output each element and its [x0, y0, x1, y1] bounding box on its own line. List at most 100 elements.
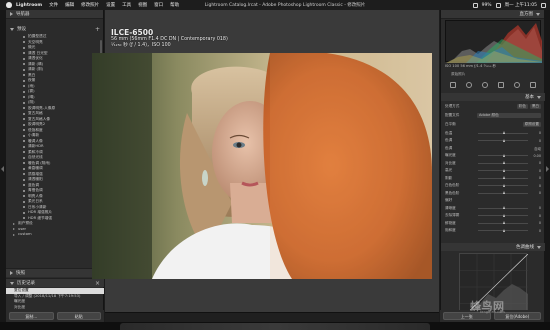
battery-icon[interactable]: [495, 2, 501, 8]
slider-value[interactable]: 0: [531, 221, 541, 225]
slider-track[interactable]: [478, 168, 528, 172]
slider-knob[interactable]: [503, 138, 505, 142]
tone-curve-header[interactable]: 色调曲线: [441, 243, 545, 251]
apple-icon[interactable]: [6, 2, 12, 8]
slider-track[interactable]: [478, 200, 528, 201]
slider-track[interactable]: [478, 138, 528, 142]
slider-value[interactable]: 0: [531, 139, 541, 143]
basic-label: 基本: [525, 95, 534, 100]
right-edge-toggle[interactable]: [544, 10, 550, 322]
wifi-icon[interactable]: [472, 2, 478, 8]
original-photo-label: 原始照片: [451, 72, 466, 76]
spot-removal-icon[interactable]: [466, 82, 472, 88]
slider-label: 对比度: [445, 160, 456, 165]
menu-settings[interactable]: 设置: [106, 2, 115, 8]
slider-label: 阴影: [445, 175, 453, 180]
menu-view[interactable]: 视图: [138, 2, 147, 8]
slider-value[interactable]: 0: [531, 191, 541, 195]
slider-knob[interactable]: [503, 191, 505, 194]
slider-knob[interactable]: [503, 183, 505, 187]
red-eye-icon[interactable]: [482, 82, 488, 88]
histogram-header[interactable]: 直方图: [441, 10, 544, 19]
slider-track[interactable]: [478, 206, 528, 209]
paste-button[interactable]: 粘贴: [56, 312, 101, 320]
copy-button[interactable]: 复制...: [9, 312, 54, 320]
add-preset-icon[interactable]: +: [95, 26, 100, 33]
slider-row: 阴影 0: [445, 175, 541, 181]
slider-row: 色调 自动: [445, 145, 541, 151]
photo-image: [92, 53, 432, 279]
basic-header[interactable]: 基本: [441, 93, 545, 101]
slider-row: 鲜艳度 0: [445, 220, 541, 226]
slider-row: 偏好: [445, 198, 541, 204]
collapse-left-icon: [1, 166, 4, 172]
slider-track[interactable]: [478, 153, 528, 157]
menu-window[interactable]: 窗口: [154, 2, 163, 8]
slider-track[interactable]: [478, 183, 528, 187]
slider-knob[interactable]: [503, 221, 505, 224]
slider-track[interactable]: [478, 221, 528, 224]
treatment-bw-button[interactable]: 黑白: [529, 103, 541, 109]
menu-edit[interactable]: 编辑: [65, 2, 74, 8]
slider-knob[interactable]: [503, 176, 505, 179]
histogram[interactable]: [445, 20, 542, 63]
clear-history-icon[interactable]: ×: [95, 280, 100, 287]
history-header[interactable]: 历史记录 ×: [6, 278, 104, 287]
expand-triangle-icon: [536, 12, 540, 16]
clock[interactable]: 周一 上午11:05: [505, 2, 537, 8]
graduated-filter-icon[interactable]: [498, 82, 504, 88]
radial-filter-icon[interactable]: [514, 82, 520, 88]
slider-track[interactable]: [478, 191, 528, 194]
presets-header[interactable]: 预设 +: [6, 24, 104, 34]
slider-value[interactable]: 自动: [531, 146, 541, 151]
slider-knob[interactable]: [503, 213, 505, 217]
slider-knob[interactable]: [503, 161, 505, 164]
dock[interactable]: [120, 323, 430, 330]
slider-track[interactable]: [478, 161, 528, 164]
slider-value[interactable]: 0: [531, 229, 541, 233]
slider-track[interactable]: [478, 228, 528, 232]
menu-app[interactable]: Lightroom: [16, 3, 42, 8]
slider-knob[interactable]: [503, 168, 505, 172]
crop-icon[interactable]: [450, 82, 456, 88]
brush-icon[interactable]: [530, 82, 536, 88]
slider-value[interactable]: 0: [531, 184, 541, 188]
menu-file[interactable]: 文件: [49, 2, 58, 8]
slider-value[interactable]: 0.00: [531, 154, 541, 158]
preset-folder[interactable]: custom: [6, 232, 104, 238]
expand-triangle-icon: [10, 27, 14, 31]
slider-track[interactable]: [478, 148, 528, 149]
navigator-label: 导航器: [16, 12, 30, 17]
slider-label: 去除薄雾: [445, 213, 460, 217]
profile-select[interactable]: Adobe 颜色: [477, 112, 541, 118]
slider-knob[interactable]: [503, 153, 505, 157]
search-icon[interactable]: [541, 2, 546, 8]
slider-knob[interactable]: [503, 131, 505, 134]
treatment-color-button[interactable]: 彩色: [516, 103, 528, 109]
expand-triangle-icon: [10, 281, 14, 285]
slider-track[interactable]: [478, 213, 528, 217]
slider-value[interactable]: 0: [531, 176, 541, 180]
camera-model: ILCE-6500: [111, 28, 154, 37]
slider-knob[interactable]: [503, 206, 505, 209]
slider-value[interactable]: 0: [531, 169, 541, 173]
left-panel: 导航器 预设 + 拍摄型透过 天空明亮 微光 清透 日光型 清透优化 清新 (晴) 清新 (…: [6, 10, 104, 322]
slider-track[interactable]: [478, 131, 528, 134]
slider-value[interactable]: 0: [531, 206, 541, 210]
wb-select[interactable]: 原照设置: [522, 121, 541, 127]
slider-row: 色调 0: [445, 138, 541, 144]
slider-track[interactable]: [478, 176, 528, 179]
navigator-header[interactable]: 导航器: [6, 10, 103, 19]
slider-value[interactable]: 0: [531, 131, 541, 135]
menu-develop[interactable]: 修改照片: [81, 2, 99, 8]
histogram-readout: ISO 100 56 mm ƒ/1.4 ¹⁄₁₂₅₀ 秒: [445, 64, 497, 68]
slider-value[interactable]: 0: [531, 161, 541, 165]
mac-menubar: Lightroom 文件 编辑 修改照片 设置 工具 视图 窗口 帮助 Ligh…: [0, 0, 550, 10]
slider-row: 黑色色阶 0: [445, 190, 541, 196]
menu-tools[interactable]: 工具: [122, 2, 131, 8]
lightroom-window: Lightroom 文件 编辑 修改照片 设置 工具 视图 窗口 帮助 Ligh…: [0, 0, 550, 330]
slider-value[interactable]: 0: [531, 214, 541, 218]
snapshots-header[interactable]: 快照 +: [6, 268, 104, 277]
portrait-photo[interactable]: [92, 53, 432, 279]
slider-knob[interactable]: [503, 228, 505, 232]
